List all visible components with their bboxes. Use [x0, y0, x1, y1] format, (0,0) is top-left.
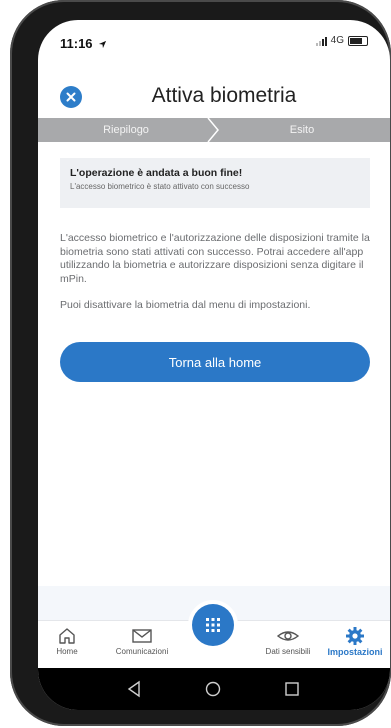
signal-icon — [315, 36, 327, 46]
tab-comunicazioni[interactable]: Comunicazioni — [112, 625, 172, 656]
tab-comunicazioni-label: Comunicazioni — [115, 647, 169, 656]
eye-icon — [277, 631, 299, 641]
back-nav-icon[interactable] — [126, 680, 142, 698]
app-screen: 11:16 4G Attiva biometria Riepilogo Esit… — [38, 20, 390, 710]
home-nav-icon[interactable] — [204, 680, 222, 698]
back-to-home-button[interactable]: Torna alla home — [60, 342, 370, 382]
page-header: Attiva biometria — [38, 78, 390, 118]
grid-icon — [206, 618, 220, 632]
status-indicators: 4G — [315, 35, 368, 46]
description-paragraph-2: Puoi disattivare la biometria dal menu d… — [60, 299, 311, 311]
description-text: L'accesso biometrico e l'autorizzazione … — [60, 232, 375, 326]
mail-icon — [132, 629, 152, 643]
step-esito: Esito — [289, 124, 315, 136]
page-title: Attiva biometria — [151, 84, 297, 107]
tab-impostazioni[interactable]: Impostazioni — [322, 625, 388, 657]
network-label: 4G — [330, 35, 344, 46]
description-paragraph-1: L'accesso biometrico e l'autorizzazione … — [60, 232, 370, 285]
success-title: L'operazione è andata a buon fine! — [70, 167, 243, 179]
quick-actions-button[interactable] — [192, 604, 234, 646]
gear-icon — [346, 627, 364, 645]
success-message: L'operazione è andata a buon fine! L'acc… — [60, 158, 370, 208]
tab-home[interactable]: Home — [48, 625, 86, 656]
tab-home-label: Home — [56, 647, 78, 656]
status-time: 11:16 — [60, 36, 107, 51]
step-divider-icon — [207, 118, 219, 142]
phone-frame: 11:16 4G Attiva biometria Riepilogo Esit… — [10, 0, 391, 726]
progress-stepper: Riepilogo Esito — [38, 118, 390, 142]
step-riepilogo: Riepilogo — [103, 124, 149, 136]
tab-dati-sensibili-label: Dati sensibili — [265, 647, 311, 656]
location-arrow-icon — [99, 40, 107, 49]
home-icon — [59, 628, 75, 644]
battery-icon — [348, 35, 368, 46]
android-nav-bar — [38, 668, 390, 710]
status-bar: 11:16 4G — [38, 20, 390, 64]
tab-dati-sensibili[interactable]: Dati sensibili — [256, 625, 320, 656]
recents-nav-icon[interactable] — [284, 680, 300, 698]
success-subtitle: L'accesso biometrico è stato attivato co… — [70, 182, 250, 191]
tab-impostazioni-label: Impostazioni — [327, 647, 383, 657]
time-text: 11:16 — [60, 36, 93, 51]
